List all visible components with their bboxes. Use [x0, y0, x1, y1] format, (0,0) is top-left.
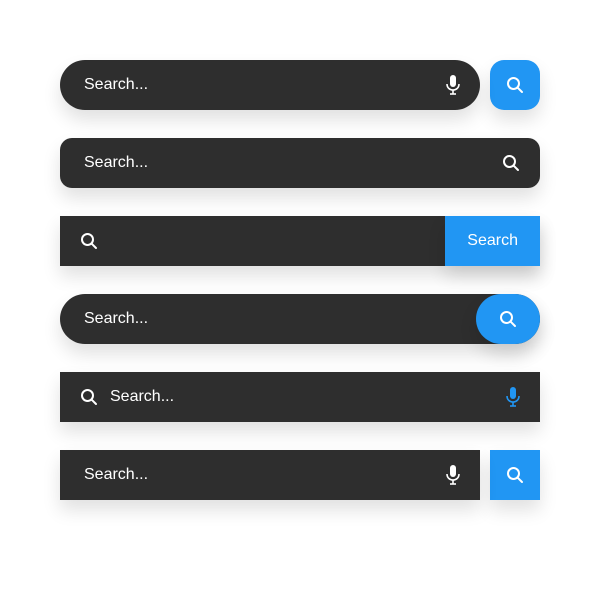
search-placeholder: Search... [60, 466, 446, 484]
search-icon [506, 76, 524, 94]
search-input[interactable]: Search... [60, 138, 540, 188]
search-bar-variant-6: Search... [60, 450, 540, 500]
search-bar-variant-2: Search... [60, 138, 540, 188]
microphone-icon[interactable] [506, 387, 540, 407]
search-bar-variant-3: Search [60, 216, 540, 266]
search-icon [60, 232, 110, 250]
search-input[interactable]: Search... [60, 60, 480, 110]
search-button[interactable]: Search [445, 216, 540, 266]
search-bar-variant-1: Search... [60, 60, 540, 110]
microphone-icon[interactable] [446, 75, 480, 95]
search-input[interactable]: Search... [60, 294, 540, 344]
search-button[interactable] [490, 60, 540, 110]
search-bar-variant-5: Search... [60, 372, 540, 422]
search-input[interactable]: Search... [60, 450, 480, 500]
microphone-icon[interactable] [446, 465, 480, 485]
search-icon [506, 466, 524, 484]
search-placeholder: Search... [60, 154, 502, 172]
search-button[interactable] [476, 294, 540, 344]
search-button[interactable] [490, 450, 540, 500]
search-bar-variant-4: Search... [60, 294, 540, 344]
search-input[interactable]: Search... [60, 372, 540, 422]
search-input[interactable]: Search [60, 216, 540, 266]
search-icon [60, 388, 110, 406]
search-placeholder: Search... [60, 76, 446, 94]
search-button-label: Search [467, 232, 518, 250]
search-placeholder: Search... [110, 388, 506, 406]
search-icon[interactable] [502, 154, 540, 172]
search-placeholder: Search... [60, 310, 476, 328]
search-icon [499, 310, 517, 328]
